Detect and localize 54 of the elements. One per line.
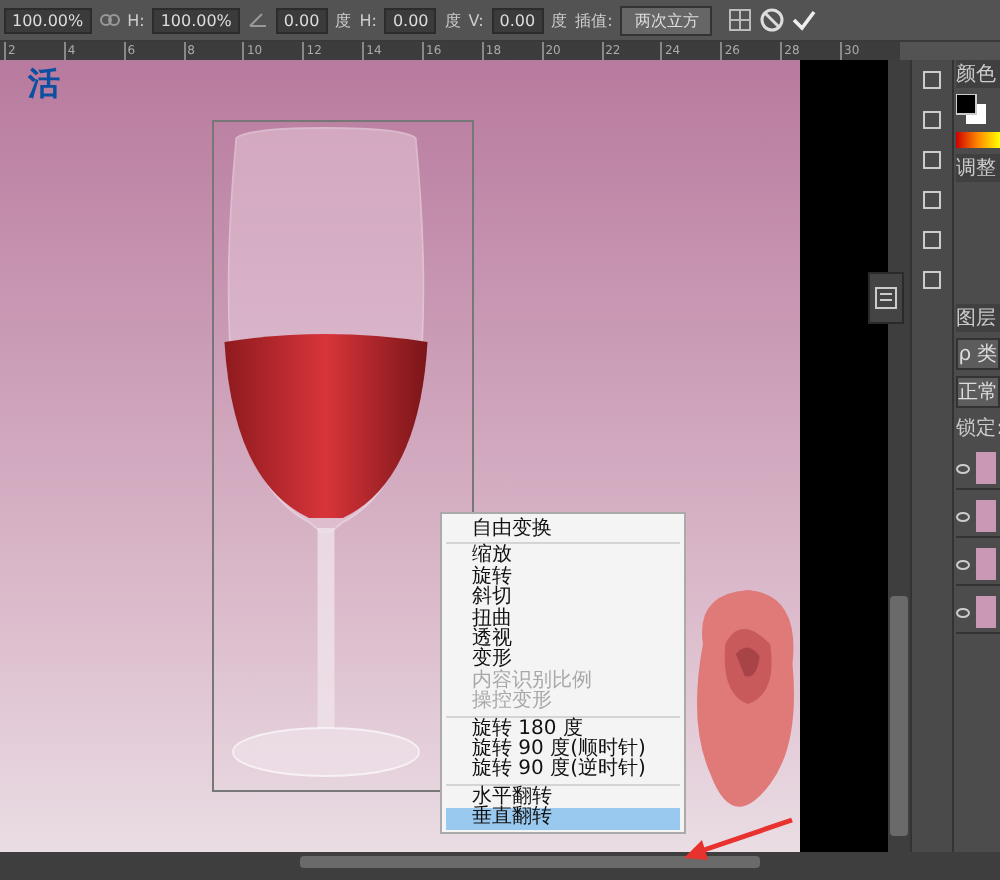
skew-v-label: V: bbox=[468, 11, 484, 29]
eye-icon[interactable] bbox=[956, 463, 971, 473]
angle-unit: 度 bbox=[335, 9, 352, 31]
interpolation-label: 插值: bbox=[575, 9, 613, 31]
layer-row[interactable] bbox=[956, 496, 1000, 538]
width-field[interactable]: 100.00% bbox=[4, 7, 92, 33]
menu-item[interactable]: 旋转 90 度(逆时针) bbox=[446, 760, 680, 782]
layer-thumbnail bbox=[976, 548, 997, 580]
layer-thumbnail bbox=[976, 596, 997, 628]
panel-icon[interactable] bbox=[920, 188, 945, 212]
pointer-arrow-drawing bbox=[684, 817, 793, 860]
canvas-text: 活 bbox=[28, 64, 60, 106]
blend-mode-dropdown[interactable]: 正常 bbox=[956, 376, 1000, 408]
skew-h-unit: 度 bbox=[444, 9, 461, 31]
menu-item[interactable]: 斜切 bbox=[446, 588, 680, 610]
layer-row[interactable] bbox=[956, 448, 1000, 490]
layer-thumbnail bbox=[976, 500, 997, 532]
eye-icon[interactable] bbox=[956, 559, 971, 569]
layer-search-field[interactable]: ρ 类 bbox=[956, 338, 1000, 370]
color-swatches-icon[interactable] bbox=[956, 94, 989, 126]
menu-item[interactable]: 缩放 bbox=[446, 546, 680, 568]
layer-row[interactable] bbox=[956, 544, 1000, 586]
eye-icon[interactable] bbox=[956, 511, 971, 521]
skew-v-field[interactable]: 0.00 bbox=[491, 7, 544, 33]
lock-label: 锁定: bbox=[956, 415, 1000, 442]
adjustments-tab[interactable]: 调整 bbox=[956, 154, 1000, 182]
commit-icon[interactable] bbox=[792, 8, 817, 32]
layer-thumbnail bbox=[976, 452, 997, 484]
menu-item[interactable]: 垂直翻转 bbox=[446, 808, 680, 830]
menu-item[interactable]: 自由变换 bbox=[446, 520, 680, 541]
horizontal-scrollbar[interactable] bbox=[0, 852, 1000, 880]
color-tab[interactable]: 颜色 bbox=[956, 60, 1000, 88]
panel-icon[interactable] bbox=[920, 148, 945, 172]
warp-icon[interactable] bbox=[728, 8, 753, 32]
menu-item[interactable]: 变形 bbox=[446, 650, 680, 672]
panel-icon[interactable] bbox=[920, 268, 945, 292]
cancel-icon[interactable] bbox=[760, 8, 785, 32]
interpolation-dropdown[interactable]: 两次立方 bbox=[620, 5, 713, 35]
angle-field[interactable]: 0.00 bbox=[275, 7, 328, 33]
skew-v-unit: 度 bbox=[551, 9, 568, 31]
layers-tab[interactable]: 图层 bbox=[956, 304, 1000, 332]
eye-icon[interactable] bbox=[956, 607, 971, 617]
height-label: H: bbox=[127, 11, 145, 29]
angle-icon bbox=[247, 12, 268, 28]
layer-row[interactable] bbox=[956, 592, 1000, 634]
properties-icon[interactable] bbox=[874, 286, 898, 310]
skew-h-label: H: bbox=[359, 11, 377, 29]
height-field[interactable]: 100.00% bbox=[152, 7, 240, 33]
panel-icon[interactable] bbox=[920, 108, 945, 132]
panel-icon[interactable] bbox=[920, 68, 945, 92]
panel-icon[interactable] bbox=[920, 228, 945, 252]
color-spectrum[interactable] bbox=[956, 132, 1000, 148]
skew-h-field[interactable]: 0.00 bbox=[384, 7, 437, 33]
link-icon[interactable] bbox=[99, 12, 120, 28]
